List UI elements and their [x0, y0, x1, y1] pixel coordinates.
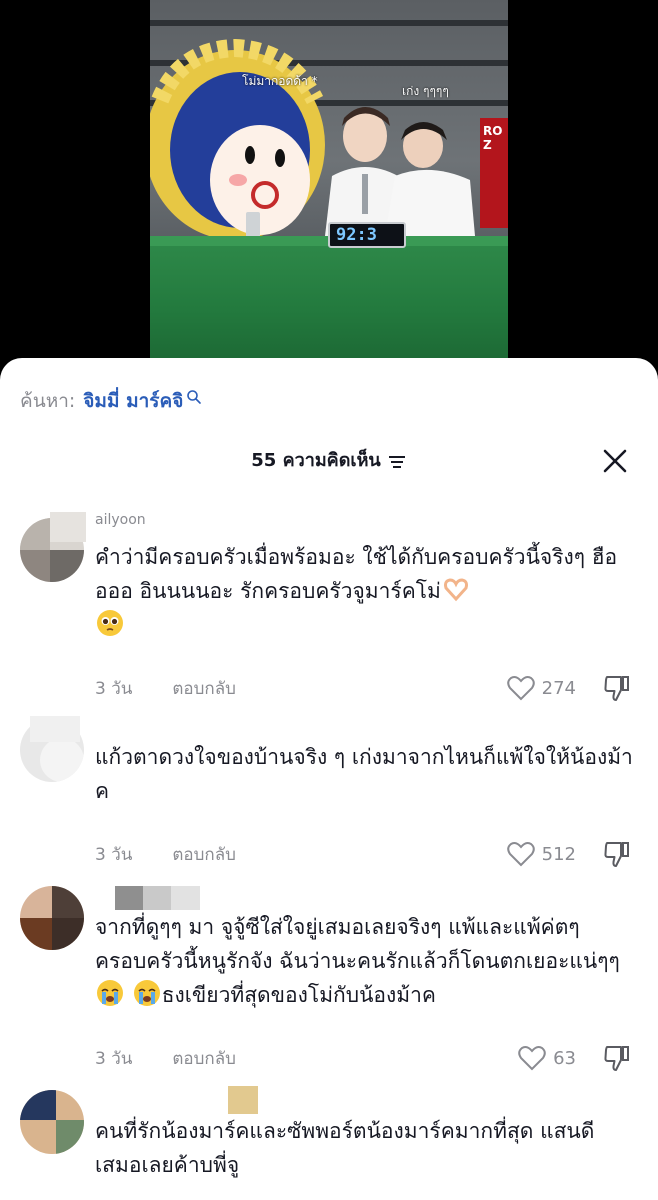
video-player[interactable]: 92:3 RO Z โม่มากอดด้า * เก่ง ๆๆๆๆ — [0, 0, 658, 400]
digital-timer: 92:3 — [328, 222, 406, 248]
red-sign: RO Z — [480, 118, 508, 228]
comment-time: 3 วัน — [95, 1048, 133, 1069]
reply-button[interactable]: ตอบกลับ — [172, 841, 236, 868]
comment-meta: 3 วัน ตอบกลับ — [95, 840, 236, 868]
pleading-face-emoji — [97, 610, 123, 636]
comment-text: แก้วตาดวงใจของบ้านจริง ๆ เก่งมาจากไหนก็แ… — [95, 745, 633, 803]
sort-comments-button[interactable]: 55 ความคิดเห็น — [251, 446, 407, 476]
heart-hands-emoji — [443, 578, 468, 602]
search-icon[interactable] — [186, 389, 202, 405]
like-button[interactable]: 512 — [506, 840, 576, 868]
search-suggestion[interactable]: ค้นหา: จิมมี่ มาร์คจิ — [20, 386, 202, 416]
close-icon[interactable] — [602, 448, 628, 474]
blurred-area — [115, 886, 200, 910]
filter-icon — [388, 456, 405, 468]
avatar[interactable] — [20, 886, 84, 950]
comment-meta: 3 วัน ตอบกลับ — [95, 674, 236, 702]
mascot-plush-image — [150, 38, 325, 240]
like-count: 63 — [553, 1047, 576, 1069]
comments-sheet: ค้นหา: จิมมี่ มาร์คจิ 55 ความคิดเห็น ail… — [0, 358, 658, 1200]
dislike-icon[interactable] — [602, 1043, 632, 1073]
person-image — [385, 122, 475, 236]
comment-time: 3 วัน — [95, 844, 133, 865]
heart-icon — [506, 842, 535, 867]
like-count: 512 — [541, 843, 576, 865]
heart-icon — [506, 676, 535, 701]
search-prefix: ค้นหา: — [20, 390, 76, 412]
blurred-area — [30, 716, 80, 742]
dislike-icon[interactable] — [602, 673, 632, 703]
comments-header: 55 ความคิดเห็น — [0, 446, 658, 476]
video-caption-left: โม่มากอดด้า * — [242, 74, 318, 88]
dislike-icon[interactable] — [602, 839, 632, 869]
reply-button[interactable]: ตอบกลับ — [172, 1045, 236, 1072]
video-caption-right: เก่ง ๆๆๆๆ — [402, 84, 449, 98]
comment-text-body: คำว่ามีครอบครัวเมื่อพร้อมอะ ใช้ได้กับครอ… — [95, 545, 618, 603]
comment-text: คนที่รักน้องมาร์คและซัพพอร์ตน้องมาร์คมาก… — [95, 1119, 595, 1177]
like-count: 274 — [541, 677, 576, 699]
video-frame[interactable]: 92:3 RO Z โม่มากอดด้า * เก่ง ๆๆๆๆ — [150, 0, 508, 358]
crying-face-emoji — [97, 980, 123, 1006]
like-button[interactable]: 63 — [517, 1044, 576, 1072]
reply-button[interactable]: ตอบกลับ — [172, 675, 236, 702]
red-sign-text: RO Z — [483, 124, 503, 152]
avatar-image — [20, 1090, 84, 1154]
avatar-image — [20, 886, 84, 950]
like-button[interactable]: 274 — [506, 674, 576, 702]
heart-icon — [518, 1046, 546, 1071]
green-table — [150, 236, 508, 358]
blurred-area — [228, 1086, 258, 1114]
background-shelf — [150, 20, 508, 26]
comment-text: จากที่ดูๆๆ มา จูจู้ซีใส่ใจยู่เสมอเลยจริง… — [95, 910, 640, 1012]
crying-face-emoji — [133, 980, 160, 1006]
blurred-area — [50, 512, 86, 542]
comment-time: 3 วัน — [95, 678, 133, 699]
comment-text: คำว่ามีครอบครัวเมื่อพร้อมอะ ใช้ได้กับครอ… — [95, 540, 640, 642]
comment-text-part2: ธงเขียวที่สุดของโม่กับน้องม้าค — [161, 983, 436, 1007]
comment-text-part1: จากที่ดูๆๆ มา จูจู้ซีใส่ใจยู่เสมอเลยจริง… — [95, 915, 620, 973]
avatar[interactable] — [20, 1090, 84, 1154]
username[interactable]: ailyoon — [95, 512, 146, 530]
search-term[interactable]: จิมมี่ มาร์คจิ — [83, 386, 183, 416]
comment-meta: 3 วัน ตอบกลับ — [95, 1044, 236, 1072]
comment-count: 55 ความคิดเห็น — [251, 450, 381, 471]
